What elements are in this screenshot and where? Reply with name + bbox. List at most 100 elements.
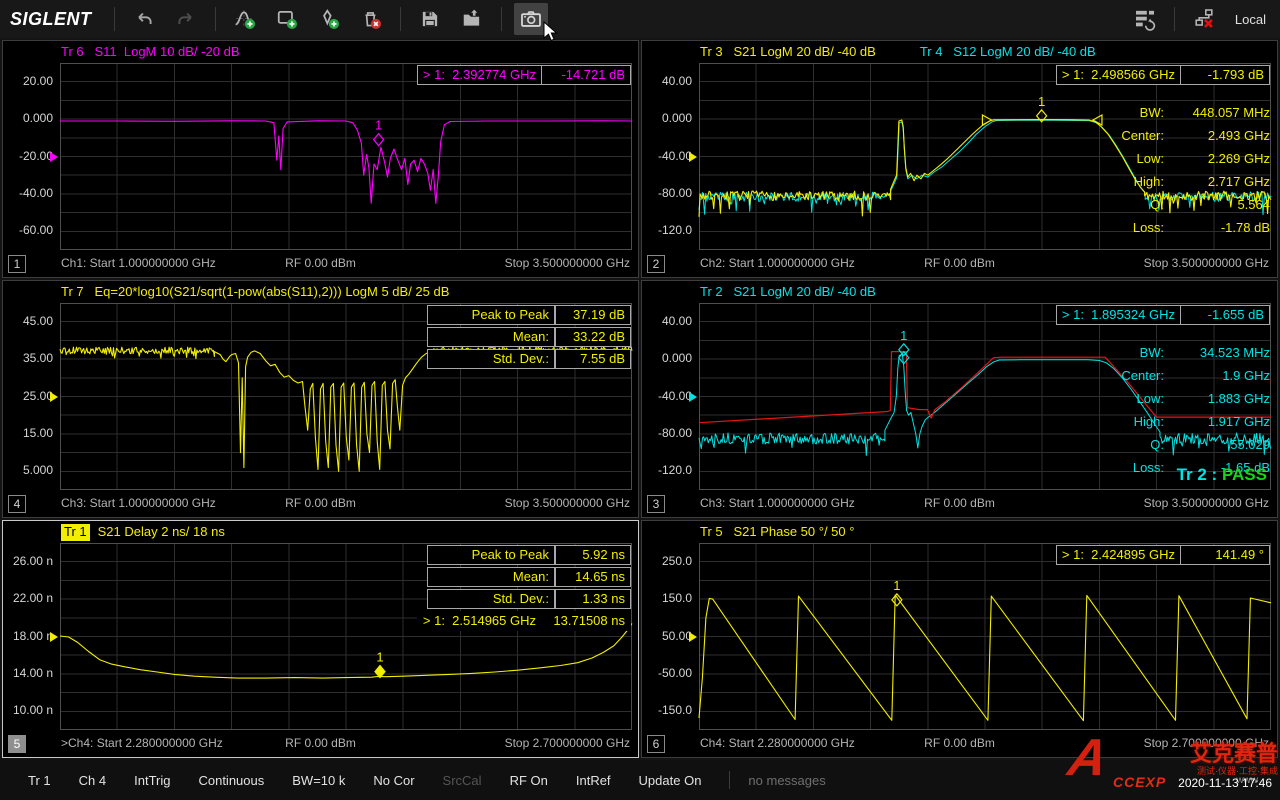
ref-level-arrow[interactable] bbox=[689, 152, 697, 162]
trace-label[interactable]: Tr 2 S21 LogM 20 dB/ -40 dB bbox=[700, 284, 876, 301]
measurement-panel[interactable]: Tr 5 S21 Phase 50 °/ 50 ° 1 6 Ch4: Start 2.… bbox=[641, 520, 1278, 758]
bandwidth-readout: Q:5.564 bbox=[1110, 193, 1270, 216]
status-item-update-on[interactable]: Update On bbox=[639, 773, 702, 788]
marker-diamond[interactable] bbox=[374, 134, 384, 146]
readout-label: Q: bbox=[1110, 197, 1164, 212]
undo-button[interactable] bbox=[127, 3, 161, 35]
stat-readout[interactable]: Peak to Peak5.92 ns bbox=[427, 545, 631, 565]
marker-number-label: 1 bbox=[1038, 94, 1045, 109]
marker-number-label: 1 bbox=[376, 650, 383, 665]
trace-label[interactable]: Tr 7 Eq=20*log10(S21/sqrt(1-pow(abs(S11)… bbox=[61, 284, 449, 301]
panel-footer: 3Ch3: Start 1.000000000 GHzRF 0.00 dBmSt… bbox=[642, 494, 1277, 514]
trace-label[interactable]: S21 Delay 2 ns/ 18 ns bbox=[98, 524, 225, 541]
y-axis-label: -120.0 bbox=[642, 223, 692, 237]
trace-label[interactable]: Tr 3 S21 LogM 20 dB/ -40 dB bbox=[700, 44, 876, 61]
stat-readout[interactable]: Mean:14.65 ns bbox=[427, 567, 631, 587]
measurement-panel[interactable]: Tr 2 S21 LogM 20 dB/ -40 dB13Ch3: Start … bbox=[641, 280, 1278, 518]
rf-power: RF 0.00 dBm bbox=[285, 736, 356, 750]
y-axis-label: -40.00 bbox=[3, 186, 53, 200]
trace-label[interactable]: Tr 5 S21 Phase 50 °/ 50 ° bbox=[700, 524, 854, 541]
stat-readout[interactable]: Mean:33.22 dB bbox=[427, 327, 631, 347]
measurement-panel[interactable]: Tr 1S21 Delay 2 ns/ 18 ns15>Ch4: Start 2… bbox=[2, 520, 639, 758]
ref-level-arrow[interactable] bbox=[50, 152, 58, 162]
marker-readout[interactable]: > 1: 2.498566 GHz-1.793 dB bbox=[1056, 65, 1270, 85]
screenshot-button[interactable] bbox=[514, 3, 548, 35]
trace-plot-area: 1 bbox=[60, 63, 632, 250]
save-icon bbox=[419, 8, 441, 30]
stat-readout[interactable]: Std. Dev.:7.55 dB bbox=[427, 349, 631, 369]
panel-number[interactable]: 3 bbox=[647, 495, 665, 513]
measurement-panel[interactable]: Tr 6 S11 LogM 10 dB/ -20 dB11Ch1: Start … bbox=[2, 40, 639, 278]
add-window-button[interactable] bbox=[270, 3, 304, 35]
status-item-bw-10-k[interactable]: BW=10 k bbox=[292, 773, 345, 788]
open-button[interactable] bbox=[455, 3, 489, 35]
y-axis-label: 50.00 bbox=[642, 629, 692, 643]
status-item-inttrig[interactable]: IntTrig bbox=[134, 773, 170, 788]
lan-status-button[interactable] bbox=[1187, 3, 1221, 35]
marker-diamond[interactable] bbox=[892, 594, 902, 606]
status-item-no-cor[interactable]: No Cor bbox=[373, 773, 414, 788]
add-marker-button[interactable] bbox=[312, 3, 346, 35]
y-axis-label: -80.00 bbox=[642, 426, 692, 440]
status-item-continuous[interactable]: Continuous bbox=[198, 773, 264, 788]
y-axis-label: 14.00 n bbox=[3, 666, 53, 680]
marker-readout[interactable]: > 1: 2.424895 GHz141.49 ° bbox=[1056, 545, 1270, 565]
readout-value: -1.655 dB bbox=[1181, 305, 1270, 325]
status-item-rf-on[interactable]: RF On bbox=[510, 773, 548, 788]
marker-diamond[interactable] bbox=[899, 344, 909, 356]
trace-plot-area: 1 bbox=[699, 543, 1271, 730]
trace-label[interactable]: Tr 4 S12 LogM 20 dB/ -40 dB bbox=[920, 44, 1096, 61]
status-item-ch-4[interactable]: Ch 4 bbox=[79, 773, 106, 788]
marker-diamond[interactable] bbox=[375, 666, 385, 678]
panel-number[interactable]: 5 bbox=[8, 735, 26, 753]
measurement-panel[interactable]: Tr 7 Eq=20*log10(S21/sqrt(1-pow(abs(S11)… bbox=[2, 280, 639, 518]
trace-label[interactable]: Tr 6 S11 LogM 10 dB/ -20 dB bbox=[61, 44, 239, 61]
readout-block: Peak to Peak37.19 dBMean:33.22 dBStd. De… bbox=[427, 305, 631, 371]
trace-label[interactable]: Tr 1 bbox=[61, 524, 90, 541]
toolbar-divider bbox=[400, 7, 401, 31]
panel-header: Tr 2 S21 LogM 20 dB/ -40 dB bbox=[700, 284, 876, 301]
status-item-tr-1[interactable]: Tr 1 bbox=[28, 773, 51, 788]
rf-power: RF 0.00 dBm bbox=[924, 736, 995, 750]
y-axis-label: -120.0 bbox=[642, 463, 692, 477]
save-button[interactable] bbox=[413, 3, 447, 35]
control-mode-label[interactable]: Local bbox=[1225, 12, 1280, 27]
ref-level-arrow[interactable] bbox=[689, 632, 697, 642]
y-axis-label: 18.00 n bbox=[3, 629, 53, 643]
marker-diamond[interactable] bbox=[899, 352, 909, 364]
readout-value: 1.883 GHz bbox=[1164, 391, 1270, 406]
marker-readout: > 1: 2.514965 GHz13.71508 ns bbox=[417, 611, 631, 631]
stat-readout[interactable]: Peak to Peak37.19 dB bbox=[427, 305, 631, 325]
status-item-intref[interactable]: IntRef bbox=[576, 773, 611, 788]
readout-label: > 1: 1.895324 GHz bbox=[1056, 305, 1181, 325]
stat-readout[interactable]: Std. Dev.:1.33 ns bbox=[427, 589, 631, 609]
status-item-srccal[interactable]: SrcCal bbox=[443, 773, 482, 788]
display-layout-button[interactable] bbox=[1128, 3, 1162, 35]
redo-button[interactable] bbox=[169, 3, 203, 35]
panel-number[interactable]: 4 bbox=[8, 495, 26, 513]
lan-status-icon bbox=[1192, 7, 1216, 31]
panel-number[interactable]: 6 bbox=[647, 735, 665, 753]
display-layout-icon bbox=[1133, 7, 1157, 31]
measurement-panel[interactable]: Tr 3 S21 LogM 20 dB/ -40 dB Tr 4 S12 LogM… bbox=[641, 40, 1278, 278]
panel-number[interactable]: 2 bbox=[647, 255, 665, 273]
add-trace-button[interactable] bbox=[228, 3, 262, 35]
readout-block: > 1: 2.392774 GHz-14.721 dB bbox=[417, 65, 631, 87]
bandwidth-readout: Q:55.029 bbox=[1110, 433, 1270, 456]
marker-readout[interactable]: > 1: 2.392774 GHz-14.721 dB bbox=[417, 65, 631, 85]
ref-level-arrow[interactable] bbox=[689, 392, 697, 402]
delete-button[interactable] bbox=[354, 3, 388, 35]
channel-info: Ch4: Start 2.280000000 GHz bbox=[700, 736, 855, 750]
marker-readout[interactable]: > 1: 1.895324 GHz-1.655 dB bbox=[1056, 305, 1270, 325]
readout-label: Mean: bbox=[427, 327, 555, 347]
y-axis-label: -40.00 bbox=[642, 149, 692, 163]
ref-level-arrow[interactable] bbox=[50, 632, 58, 642]
panel-header: Tr 7 Eq=20*log10(S21/sqrt(1-pow(abs(S11)… bbox=[61, 284, 449, 301]
marker-number-label: 1 bbox=[375, 118, 382, 133]
readout-value: -1.78 dB bbox=[1164, 220, 1270, 235]
bandwidth-readout: Center:1.9 GHz bbox=[1110, 364, 1270, 387]
ref-level-arrow[interactable] bbox=[50, 392, 58, 402]
panel-number[interactable]: 1 bbox=[8, 255, 26, 273]
readout-value: 5.564 bbox=[1164, 197, 1270, 212]
readout-block: Peak to Peak5.92 nsMean:14.65 nsStd. Dev… bbox=[417, 545, 631, 633]
